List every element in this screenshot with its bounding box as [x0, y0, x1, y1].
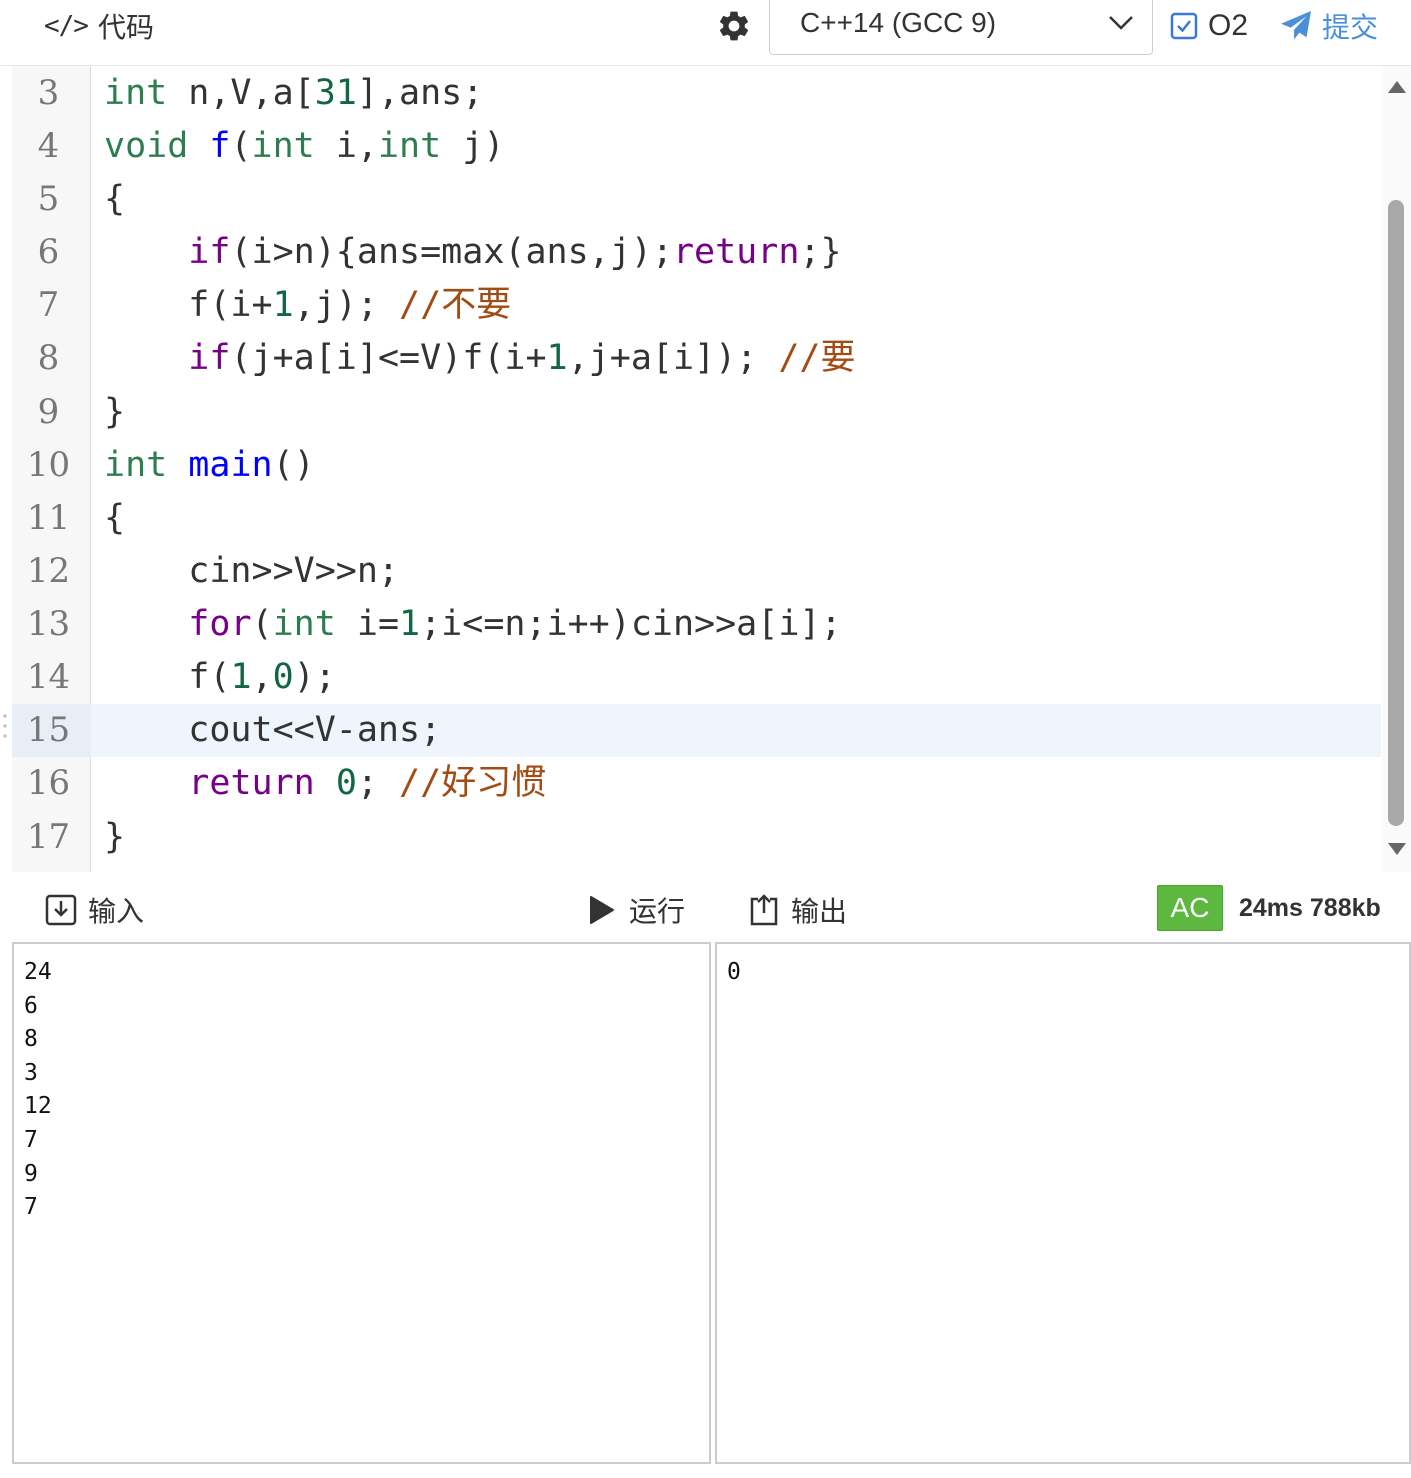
code-line[interactable]: for(int i=1;i<=n;i++)cin>>a[i]; [104, 598, 841, 651]
code-brackets-icon: </> [44, 11, 89, 41]
line-number: 7 [37, 285, 60, 325]
scroll-up-arrow-icon[interactable] [1387, 80, 1407, 94]
code-line[interactable]: cout<<V-ans; [104, 704, 441, 757]
gear-icon[interactable] [716, 8, 752, 44]
line-number: 11 [26, 498, 71, 538]
code-line[interactable]: f(1,0); [104, 651, 336, 704]
editor-toolbar: </> 代码 C++14 (GCC 9) O2 提交 [0, 0, 1411, 66]
line-number: 4 [37, 126, 60, 166]
line-number: 9 [37, 392, 60, 432]
code-line[interactable]: { [104, 173, 125, 226]
code-line[interactable]: int n,V,a[31],ans; [104, 67, 483, 120]
line-number: 10 [26, 445, 71, 485]
code-line[interactable]: f(i+1,j); //不要 [104, 279, 511, 332]
code-title-label: 代码 [97, 12, 154, 43]
line-number: 14 [26, 657, 71, 697]
upload-icon [750, 894, 778, 926]
o2-label: O2 [1208, 9, 1249, 42]
line-number: 8 [37, 338, 60, 378]
line-number: 3 [37, 73, 60, 113]
run-label: 运行 [629, 896, 686, 927]
line-number: 12 [26, 551, 71, 591]
code-line[interactable]: if(i>n){ans=max(ans,j);return;} [104, 226, 841, 279]
output-tab[interactable]: 输出 [747, 890, 847, 930]
drag-handle-icon[interactable] [2, 710, 8, 750]
line-number: 15 [26, 710, 71, 750]
language-select[interactable]: C++14 (GCC 9) [769, 0, 1153, 55]
line-number: 17 [26, 817, 71, 857]
code-line[interactable]: { [104, 492, 125, 545]
input-tab[interactable]: 输入 [44, 890, 144, 930]
status-badge: AC [1157, 885, 1223, 931]
code-line[interactable]: } [104, 386, 125, 439]
input-label: 输入 [88, 896, 145, 927]
scroll-down-arrow-icon[interactable] [1387, 842, 1407, 856]
input-textarea[interactable]: 24 6 8 3 12 7 9 7 [12, 942, 711, 1464]
download-icon [45, 894, 77, 926]
output-label: 输出 [791, 896, 848, 927]
code-line[interactable]: cin>>V>>n; [104, 545, 399, 598]
language-select-value: C++14 (GCC 9) [800, 7, 997, 38]
line-number: 13 [26, 604, 71, 644]
checkbox-checked-icon[interactable] [1170, 12, 1198, 40]
code-line[interactable]: void f(int i,int j) [104, 120, 504, 173]
submit-button[interactable]: 提交 [1278, 6, 1378, 46]
run-button[interactable]: 运行 [585, 890, 685, 930]
code-title: </> 代码 [44, 6, 154, 46]
scrollbar-thumb[interactable] [1388, 200, 1404, 826]
run-stats: 24ms 788kb [1239, 894, 1381, 922]
io-toolbar: 输入 运行 输出 AC 24ms 788kb [0, 872, 1411, 942]
play-icon [590, 896, 614, 924]
code-line[interactable]: } [104, 811, 125, 864]
o2-toggle[interactable]: O2 [1170, 8, 1248, 44]
code-line[interactable]: if(j+a[i]<=V)f(i+1,j+a[i]); //要 [104, 332, 855, 385]
code-editor[interactable]: 3 4 5 6 7 8 9 10 11 12 13 14 15 16 17 in… [3, 66, 1411, 872]
line-number: 5 [37, 179, 60, 219]
send-icon [1281, 11, 1311, 40]
code-line[interactable]: int main() [104, 439, 315, 492]
line-number: 6 [37, 232, 60, 272]
chevron-down-icon [1109, 16, 1133, 30]
output-area[interactable]: 0 [715, 942, 1411, 1464]
code-line[interactable]: return 0; //好习惯 [104, 757, 546, 810]
line-number: 16 [26, 763, 71, 803]
submit-label: 提交 [1322, 12, 1379, 43]
